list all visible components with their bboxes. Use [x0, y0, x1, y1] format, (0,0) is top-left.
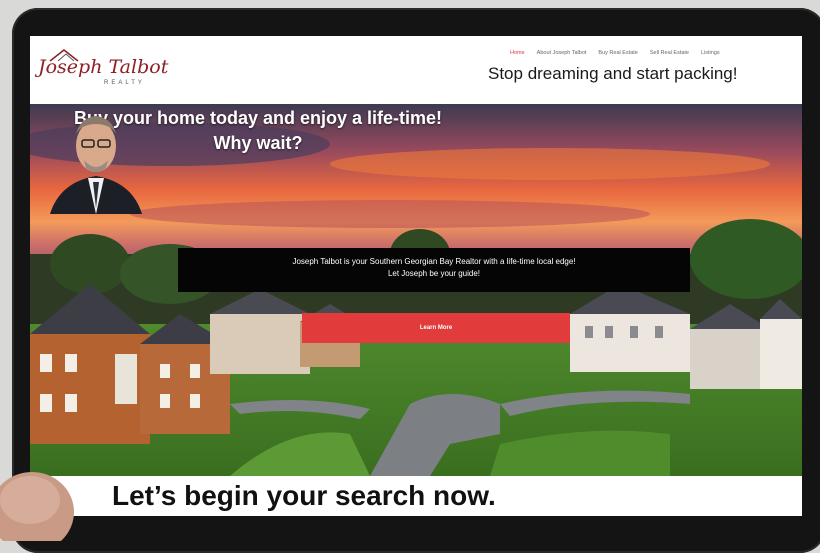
- learn-more-button[interactable]: Learn More: [302, 313, 570, 343]
- nav-item-about[interactable]: About Joseph Talbot: [537, 50, 587, 56]
- logo-name: Joseph Talbot: [38, 56, 169, 78]
- nav-item-sell[interactable]: Sell Real Estate: [650, 50, 689, 56]
- header-tagline: Stop dreaming and start packing!: [488, 64, 738, 83]
- agent-photo: [50, 116, 142, 214]
- site-logo[interactable]: Joseph Talbot REALTY: [38, 48, 168, 94]
- video-caption: Let’s begin your search now.: [112, 480, 496, 511]
- presenter-head: [0, 472, 74, 541]
- main-nav: Home About Joseph Talbot Buy Real Estate…: [510, 50, 720, 56]
- caption-bar: Let’s begin your search now.: [30, 476, 802, 516]
- nav-item-buy[interactable]: Buy Real Estate: [598, 50, 637, 56]
- nav-item-listings[interactable]: Listings: [701, 50, 720, 56]
- hero-info-box: Joseph Talbot is your Southern Georgian …: [178, 248, 690, 292]
- site-header: Joseph Talbot REALTY Home About Joseph T…: [30, 36, 802, 104]
- info-line1: Joseph Talbot is your Southern Georgian …: [292, 257, 576, 266]
- hero-section: Buy your home today and enjoy a life-tim…: [30, 104, 802, 476]
- website-screen: Joseph Talbot REALTY Home About Joseph T…: [30, 36, 802, 516]
- nav-item-home[interactable]: Home: [510, 50, 525, 56]
- info-line2: Let Joseph be your guide!: [387, 269, 481, 278]
- logo-sub: REALTY: [104, 80, 145, 86]
